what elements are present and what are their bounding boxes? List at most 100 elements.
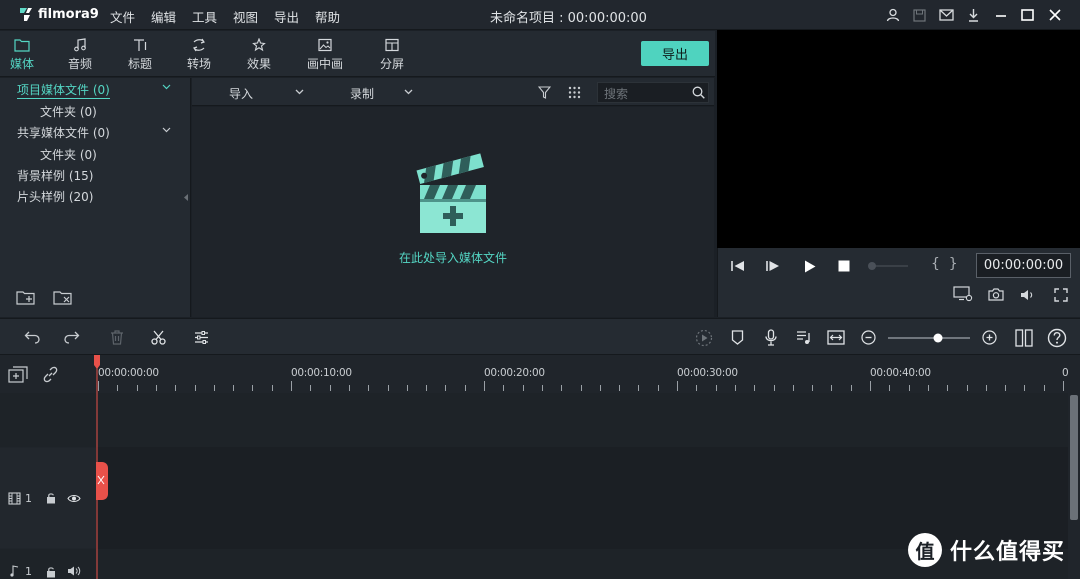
mail-icon[interactable]	[933, 5, 960, 25]
cut-icon[interactable]	[151, 330, 166, 345]
microphone-icon[interactable]	[765, 329, 777, 346]
export-button[interactable]: 导出	[641, 41, 709, 66]
snapshot-camera-icon[interactable]	[988, 288, 1004, 301]
tree-project-folder[interactable]: 文件夹 (0)	[40, 103, 97, 120]
collapse-panel-icon[interactable]	[184, 194, 188, 201]
tree-project-media[interactable]: 项目媒体文件 (0)	[17, 81, 110, 99]
chevron-down-icon[interactable]	[162, 127, 171, 133]
ruler-label: 00:00:30:00	[677, 367, 738, 379]
menu-export[interactable]: 导出	[274, 7, 315, 26]
tree-shared-media[interactable]: 共享媒体文件 (0)	[17, 124, 110, 141]
record-dropdown-label[interactable]: 录制	[350, 85, 374, 102]
filter-icon[interactable]	[538, 86, 551, 99]
tab-media-label: 媒体	[9, 57, 34, 71]
layout-toggle-icon[interactable]	[1015, 329, 1033, 347]
menu-help[interactable]: 帮助	[315, 7, 356, 26]
video-film-icon	[8, 492, 21, 505]
audio-track-header: 1	[0, 549, 96, 579]
project-title: 未命名项目 : 00:00:00:00	[490, 11, 647, 26]
marker-icon[interactable]	[731, 330, 744, 345]
ruler-label: 00:00:10:00	[291, 367, 352, 379]
library-tabs: 媒体 音频 标题 转场 效果 画中画 分屏	[0, 31, 715, 77]
video-track-number: 1	[25, 492, 32, 505]
menu-view[interactable]: 视图	[233, 7, 274, 26]
tab-media[interactable]: 媒体	[0, 38, 44, 72]
display-settings-icon[interactable]	[953, 286, 973, 302]
next-frame-icon[interactable]	[766, 260, 780, 272]
chevron-down-icon[interactable]	[295, 89, 304, 95]
save-icon[interactable]	[906, 5, 933, 25]
menu-edit[interactable]: 编辑	[151, 7, 192, 26]
fullscreen-icon[interactable]	[1054, 288, 1068, 302]
search-input[interactable]: 搜索	[597, 82, 709, 103]
redo-icon[interactable]	[64, 330, 80, 344]
new-folder-icon[interactable]	[16, 290, 36, 306]
menu-tools[interactable]: 工具	[192, 7, 233, 26]
split-screen-icon	[385, 38, 399, 52]
menu-bar: 文件 编辑 工具 视图 导出 帮助	[110, 7, 356, 26]
media-drop-area[interactable]: 在此处导入媒体文件	[192, 107, 714, 317]
adjust-settings-icon[interactable]	[194, 330, 209, 345]
effects-icon	[252, 38, 266, 52]
filmora-logo-icon	[20, 8, 32, 21]
undo-icon[interactable]	[24, 330, 40, 344]
import-media-hint[interactable]: 在此处导入媒体文件	[192, 249, 714, 266]
close-icon[interactable]	[1041, 5, 1068, 25]
ruler-label: 0	[1062, 367, 1069, 379]
delete-icon[interactable]	[110, 330, 124, 345]
voiceover-mixer-icon[interactable]	[796, 330, 812, 345]
zoom-in-icon[interactable]	[982, 330, 997, 345]
tab-audio[interactable]: 音频	[58, 38, 102, 72]
stop-icon[interactable]	[838, 260, 850, 272]
account-icon[interactable]	[879, 5, 906, 25]
window-controls	[879, 5, 1068, 25]
volume-icon[interactable]	[1020, 289, 1036, 301]
tree-backgrounds[interactable]: 背景样例 (15)	[17, 167, 93, 184]
menu-file[interactable]: 文件	[110, 7, 151, 26]
tab-split-screen[interactable]: 分屏	[370, 38, 414, 72]
tab-titles[interactable]: 标题	[118, 38, 162, 72]
tab-transitions[interactable]: 转场	[177, 38, 221, 72]
clapperboard-add-icon[interactable]	[416, 153, 492, 235]
fit-timeline-icon[interactable]	[827, 330, 845, 345]
media-tree: 项目媒体文件 (0) 文件夹 (0) 共享媒体文件 (0) 文件夹 (0) 背景…	[0, 78, 191, 317]
scrollbar-thumb[interactable]	[1070, 395, 1078, 520]
lock-icon[interactable]	[46, 566, 56, 578]
tree-shared-folder[interactable]: 文件夹 (0)	[40, 146, 97, 163]
playback-progress-slider[interactable]	[867, 261, 909, 271]
watermark-logo: 值	[908, 533, 942, 567]
speaker-icon[interactable]	[67, 566, 81, 576]
grid-view-icon[interactable]	[568, 86, 581, 99]
download-icon[interactable]	[960, 5, 987, 25]
add-track-icon[interactable]	[8, 366, 28, 383]
delete-folder-icon[interactable]	[53, 290, 73, 306]
mark-in-out-icon[interactable]: { }	[931, 256, 958, 272]
import-dropdown-label[interactable]: 导入	[229, 85, 253, 102]
zoom-slider[interactable]	[886, 332, 972, 344]
minimize-icon[interactable]	[987, 5, 1014, 25]
help-icon[interactable]	[1047, 328, 1067, 348]
ruler-ticks	[98, 381, 1064, 391]
maximize-icon[interactable]	[1014, 5, 1041, 25]
tab-pip-label: 画中画	[306, 57, 343, 71]
tab-pip[interactable]: 画中画	[303, 38, 347, 72]
eye-icon[interactable]	[67, 494, 81, 503]
search-placeholder: 搜索	[604, 87, 629, 101]
tree-intros[interactable]: 片头样例 (20)	[17, 188, 93, 205]
timeline-ruler[interactable]: 00:00:00:00 00:00:10:00 00:00:20:00 00:0…	[96, 355, 1080, 393]
zoom-out-icon[interactable]	[861, 330, 876, 345]
chevron-down-icon[interactable]	[162, 84, 171, 90]
search-icon[interactable]	[692, 86, 705, 99]
link-icon[interactable]	[42, 366, 59, 383]
app-logo: filmora9	[18, 6, 99, 22]
chevron-down-icon[interactable]	[404, 89, 413, 95]
tab-split-screen-label: 分屏	[379, 57, 404, 71]
render-preview-icon[interactable]	[695, 329, 713, 347]
lock-icon[interactable]	[46, 492, 56, 504]
tab-effects-label: 效果	[246, 57, 271, 71]
tab-effects[interactable]: 效果	[237, 38, 281, 72]
scissors-split-handle[interactable]	[96, 462, 108, 500]
prev-frame-icon[interactable]	[731, 260, 745, 272]
play-icon[interactable]	[804, 260, 816, 273]
audio-track-number: 1	[25, 565, 32, 578]
